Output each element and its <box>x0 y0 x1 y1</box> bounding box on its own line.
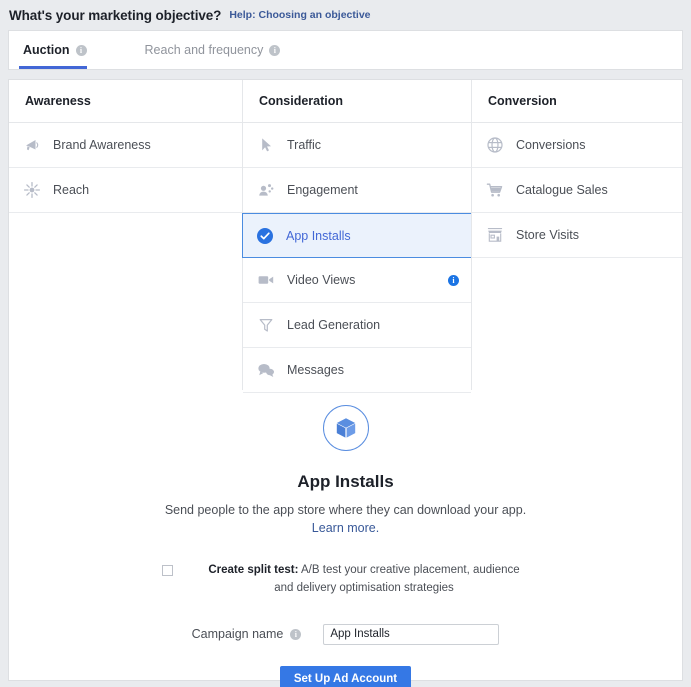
shopping-cart-icon <box>486 181 504 199</box>
objective-label: App Installs <box>286 228 351 243</box>
set-up-ad-account-button[interactable]: Set Up Ad Account <box>279 665 412 687</box>
cursor-arrow-icon <box>257 136 275 154</box>
split-test-label: Create split test: <box>208 564 299 577</box>
marketing-objective-page: What's your marketing objective? Help: C… <box>0 0 691 687</box>
objective-label: Messages <box>287 363 344 377</box>
objective-catalogue-sales[interactable]: Catalogue Sales <box>472 168 682 213</box>
column-conversion: Conversion Conversions Catalogue Sales S… <box>471 80 682 390</box>
split-test-row: Create split test: A/B test your creativ… <box>9 562 682 597</box>
column-header-consideration: Consideration <box>243 80 471 123</box>
cta-row: Set Up Ad Account <box>9 665 682 687</box>
info-icon[interactable]: i <box>448 274 459 286</box>
campaign-name-label: Campaign name <box>191 627 284 642</box>
objective-reach[interactable]: Reach <box>9 168 242 213</box>
objective-detail: App Installs Send people to the app stor… <box>9 390 682 537</box>
info-icon[interactable]: i <box>269 44 281 56</box>
objective-label: Catalogue Sales <box>516 183 608 197</box>
column-consideration: Consideration Traffic Engagement App Ins… <box>242 80 472 393</box>
tab-reach-and-frequency[interactable]: Reach and frequency i <box>141 31 295 69</box>
megaphone-icon <box>23 136 41 154</box>
objective-card: Awareness Brand Awareness Reach Consider… <box>8 79 683 687</box>
column-header-conversion: Conversion <box>472 80 682 123</box>
video-camera-icon <box>257 271 275 289</box>
objective-traffic[interactable]: Traffic <box>243 123 471 168</box>
cube-icon <box>322 405 369 451</box>
tab-reach-and-frequency-label: Reach and frequency <box>144 43 264 57</box>
funnel-icon <box>257 316 275 334</box>
detail-description-text: Send people to the app store where they … <box>164 503 527 517</box>
objectives-grid: Awareness Brand Awareness Reach Consider… <box>9 80 682 393</box>
campaign-name-row: Campaign name i <box>9 623 682 645</box>
objective-messages[interactable]: Messages <box>243 348 471 393</box>
objective-engagement[interactable]: Engagement <box>243 168 471 213</box>
info-icon[interactable]: i <box>290 628 302 640</box>
objective-label: Conversions <box>516 138 586 152</box>
check-circle-icon <box>256 227 274 245</box>
objective-label: Lead Generation <box>287 318 381 332</box>
column-awareness: Awareness Brand Awareness Reach <box>9 80 242 390</box>
column-header-awareness: Awareness <box>9 80 242 123</box>
page-title: What's your marketing objective? <box>9 7 222 23</box>
objective-store-visits[interactable]: Store Visits <box>472 213 682 258</box>
create-split-test-checkbox[interactable] <box>162 565 173 577</box>
page-header: What's your marketing objective? Help: C… <box>0 0 691 30</box>
objective-lead-generation[interactable]: Lead Generation <box>243 303 471 348</box>
objective-video-views[interactable]: Video Views i <box>243 258 471 303</box>
reach-burst-icon <box>23 181 41 199</box>
detail-title: App Installs <box>297 472 394 491</box>
storefront-icon <box>486 226 504 244</box>
objective-label: Engagement <box>287 183 358 197</box>
buying-type-tabs: Auction i Reach and frequency i <box>8 30 683 70</box>
info-icon[interactable]: i <box>75 44 87 56</box>
objective-app-installs[interactable]: App Installs <box>242 213 472 258</box>
help-choosing-objective-link[interactable]: Help: Choosing an objective <box>229 9 370 21</box>
tab-auction[interactable]: Auction i <box>19 31 101 69</box>
split-test-text: Create split test: A/B test your creativ… <box>199 562 529 597</box>
split-test-description: A/B test your creative placement, audien… <box>274 564 520 594</box>
detail-description: Send people to the app store where they … <box>9 501 682 537</box>
tab-auction-label: Auction <box>23 43 70 57</box>
objective-label: Brand Awareness <box>53 138 151 152</box>
objective-label: Store Visits <box>516 228 579 242</box>
campaign-name-label-group: Campaign name i <box>192 627 302 641</box>
objective-label: Video Views <box>287 273 356 287</box>
campaign-name-input[interactable] <box>323 623 500 645</box>
globe-icon <box>486 136 504 154</box>
people-icon <box>257 181 275 199</box>
objective-label: Reach <box>53 183 90 197</box>
objective-conversions[interactable]: Conversions <box>472 123 682 168</box>
objective-label: Traffic <box>287 138 322 152</box>
objective-brand-awareness[interactable]: Brand Awareness <box>9 123 242 168</box>
learn-more-link[interactable]: Learn more. <box>9 519 682 537</box>
speech-bubbles-icon <box>257 361 275 379</box>
